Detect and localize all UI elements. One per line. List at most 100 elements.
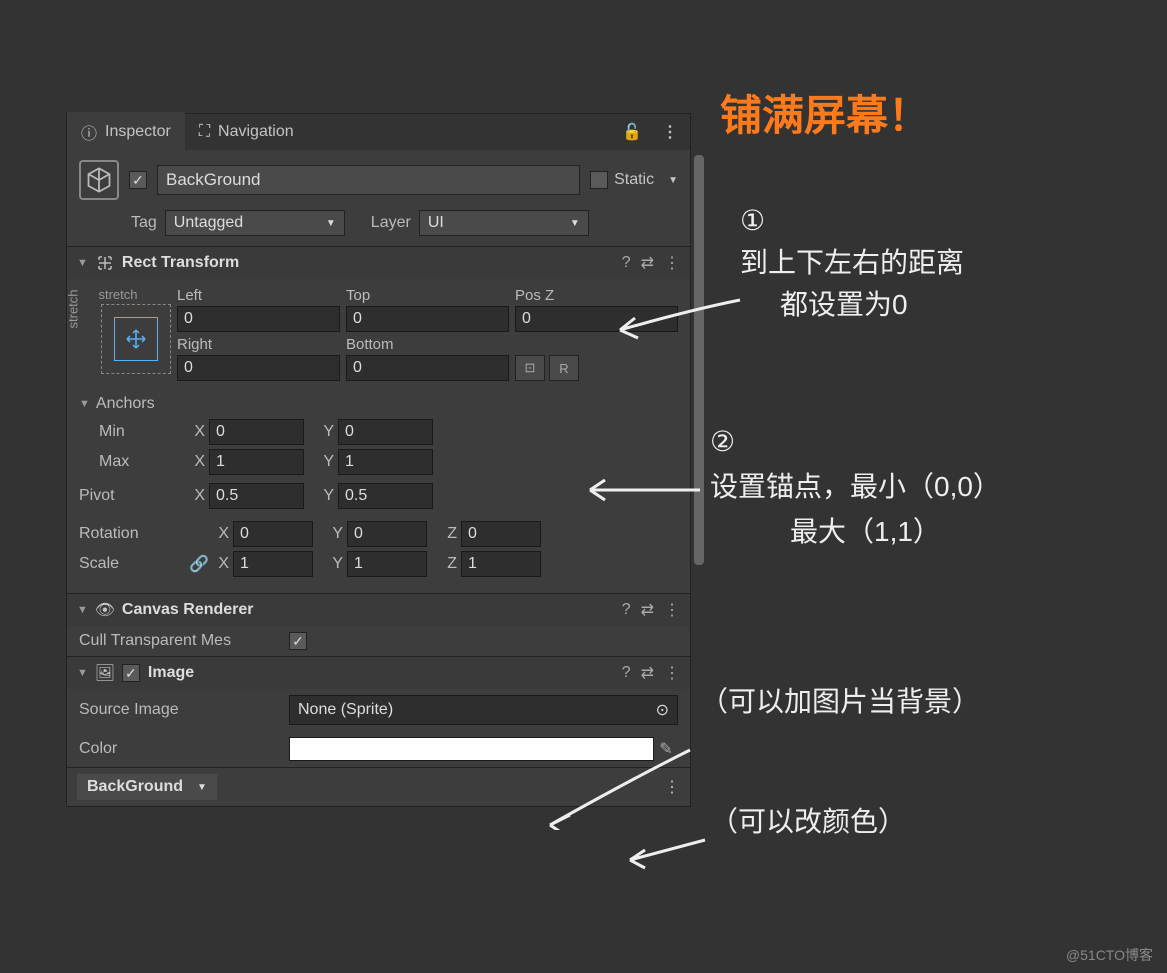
axis-y: Y — [318, 453, 338, 471]
component-title: Canvas Renderer — [122, 601, 614, 619]
help-icon[interactable]: ? — [622, 664, 631, 682]
panel-menu-icon[interactable]: ⋮ — [650, 122, 690, 142]
preset-icon[interactable]: ⇄ — [641, 600, 654, 620]
axis-x: X — [189, 487, 209, 505]
canvas-renderer-component: ▼ 👁 Canvas Renderer ? ⇄ ⋮ Cull Transpare… — [67, 593, 690, 656]
anchor-preset-button[interactable]: stretch stretch — [79, 287, 157, 385]
foldout-icon[interactable]: ▼ — [77, 257, 88, 269]
axis-x: X — [213, 525, 233, 543]
annotation-1: ① 到上下左右的距离 都设置为0 — [740, 200, 964, 326]
gameobject-header: Static ▼ — [67, 150, 690, 206]
blueprint-button[interactable]: ⊡ — [515, 355, 545, 381]
component-title: Rect Transform — [122, 254, 614, 272]
annotation-number: ② — [710, 420, 1001, 465]
annotation-title: 铺满屏幕！ — [720, 82, 930, 143]
rotation-label: Rotation — [79, 525, 189, 543]
component-header[interactable]: ▼ Rect Transform ? ⇄ ⋮ — [67, 247, 690, 279]
rot-x-input[interactable] — [233, 521, 313, 547]
tab-bar: ⓘ Inspector ⛶ Navigation 🔓 ⋮ — [67, 114, 690, 150]
axis-y: Y — [327, 555, 347, 573]
footer: BackGround ▼ ⋮ — [67, 767, 690, 806]
scale-x-input[interactable] — [233, 551, 313, 577]
preset-icon[interactable]: ⇄ — [641, 253, 654, 273]
foldout-icon: ▼ — [79, 398, 90, 410]
component-header[interactable]: ▼ 👁 Canvas Renderer ? ⇄ ⋮ — [67, 594, 690, 626]
tab-inspector[interactable]: ⓘ Inspector — [67, 112, 185, 152]
chevron-down-icon: ▼ — [197, 782, 207, 793]
scrollbar[interactable] — [694, 155, 704, 915]
component-title: Image — [148, 664, 614, 682]
watermark: @51CTO博客 — [1066, 945, 1153, 965]
footer-menu-icon[interactable]: ⋮ — [664, 777, 680, 797]
tag-dropdown[interactable]: Untagged ▼ — [165, 210, 345, 236]
scale-y-input[interactable] — [347, 551, 427, 577]
stretch-h-label: stretch — [79, 287, 157, 302]
tab-navigation[interactable]: ⛶ Navigation — [185, 115, 308, 149]
min-label: Min — [99, 423, 189, 441]
component-menu-icon[interactable]: ⋮ — [664, 253, 680, 273]
annotation-text: 都设置为0 — [780, 284, 964, 326]
posz-label: Pos Z — [515, 287, 678, 304]
right-label: Right — [177, 336, 340, 353]
top-input[interactable] — [346, 306, 509, 332]
static-dropdown-icon[interactable]: ▼ — [668, 175, 678, 186]
foldout-icon[interactable]: ▼ — [77, 667, 88, 679]
lock-icon[interactable]: 🔓 — [614, 122, 650, 142]
axis-y: Y — [327, 525, 347, 543]
pivot-x-input[interactable] — [209, 483, 304, 509]
gameobject-name-input[interactable] — [157, 165, 580, 195]
axis-x: X — [189, 453, 209, 471]
link-icon[interactable]: 🔗 — [189, 554, 213, 574]
scale-z-input[interactable] — [461, 551, 541, 577]
scrollbar-thumb[interactable] — [694, 155, 704, 565]
tab-label: Inspector — [105, 123, 171, 141]
anchors-label: Anchors — [96, 395, 155, 413]
left-input[interactable] — [177, 306, 340, 332]
anchor-max-x-input[interactable] — [209, 449, 304, 475]
source-image-field[interactable]: None (Sprite) ⊙ — [289, 695, 678, 725]
annotation-2: ② 设置锚点，最小（0,0） 最大（1,1） — [710, 420, 1001, 554]
rot-z-input[interactable] — [461, 521, 541, 547]
axis-y: Y — [318, 423, 338, 441]
pivot-y-input[interactable] — [338, 483, 433, 509]
component-menu-icon[interactable]: ⋮ — [664, 663, 680, 683]
tag-layer-row: Tag Untagged ▼ Layer UI ▼ — [67, 206, 690, 246]
active-checkbox[interactable] — [129, 171, 147, 189]
right-input[interactable] — [177, 355, 340, 381]
anchor-max-y-input[interactable] — [338, 449, 433, 475]
axis-y: Y — [318, 487, 338, 505]
tag-value: Untagged — [174, 214, 243, 232]
info-icon: ⓘ — [81, 120, 97, 144]
axis-z: Z — [441, 555, 461, 573]
help-icon[interactable]: ? — [622, 254, 631, 272]
annotation-4: （可以改颜色） — [710, 800, 906, 840]
image-enabled-checkbox[interactable] — [122, 664, 140, 682]
raw-button[interactable]: R — [549, 355, 579, 381]
rect-transform-icon — [96, 254, 114, 272]
axis-x: X — [213, 555, 233, 573]
stretch-v-label: stretch — [66, 289, 81, 328]
chevron-down-icon: ▼ — [570, 218, 580, 229]
anchors-foldout[interactable]: ▼ Anchors — [79, 395, 678, 413]
bottom-input[interactable] — [346, 355, 509, 381]
component-header[interactable]: ▼ 🖼 Image ? ⇄ ⋮ — [67, 657, 690, 689]
static-label: Static — [614, 171, 654, 189]
posz-input[interactable] — [515, 306, 678, 332]
max-label: Max — [99, 453, 189, 471]
cull-checkbox[interactable] — [289, 632, 307, 650]
anchor-min-y-input[interactable] — [338, 419, 433, 445]
static-checkbox[interactable] — [590, 171, 608, 189]
rot-y-input[interactable] — [347, 521, 427, 547]
color-label: Color — [79, 740, 289, 758]
object-picker-icon[interactable]: ⊙ — [656, 700, 669, 720]
footer-dropdown[interactable]: BackGround ▼ — [77, 774, 217, 800]
gameobject-icon[interactable] — [79, 160, 119, 200]
eyedropper-icon[interactable]: ✎ — [654, 739, 678, 759]
layer-dropdown[interactable]: UI ▼ — [419, 210, 589, 236]
color-field[interactable] — [289, 737, 654, 761]
preset-icon[interactable]: ⇄ — [641, 663, 654, 683]
foldout-icon[interactable]: ▼ — [77, 604, 88, 616]
component-menu-icon[interactable]: ⋮ — [664, 600, 680, 620]
anchor-min-x-input[interactable] — [209, 419, 304, 445]
help-icon[interactable]: ? — [622, 601, 631, 619]
